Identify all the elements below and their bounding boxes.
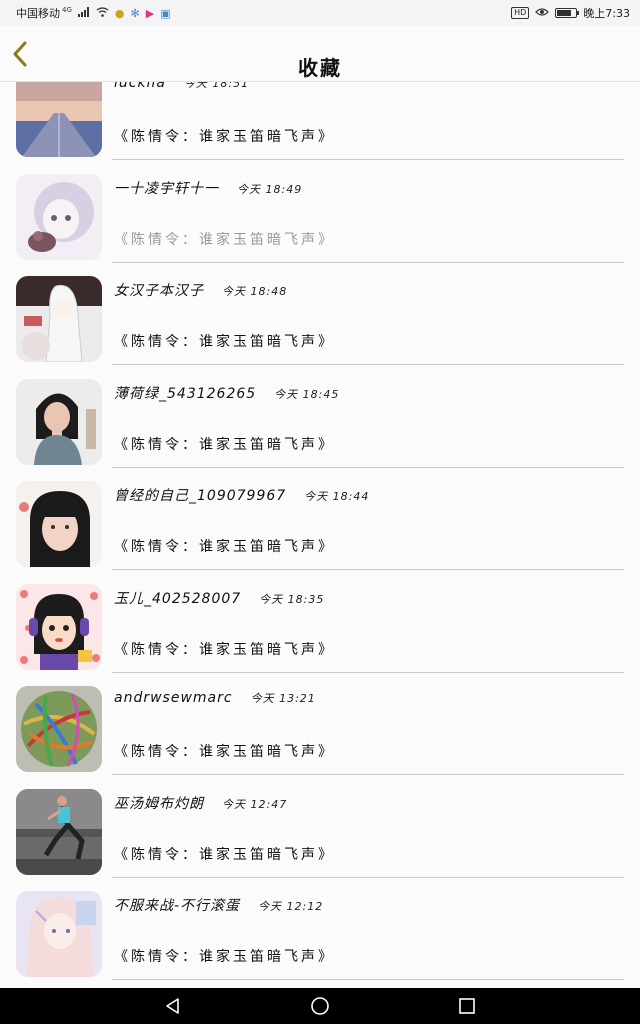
username[interactable]: 曾经的自己_109079967 xyxy=(114,485,286,505)
song-title[interactable]: 《陈情令：谁家玉笛暗飞声》 xyxy=(114,229,335,249)
item-meta: 不服来战-不行滚蛋 今天 12:12 xyxy=(114,895,323,915)
timestamp: 今天 18:44 xyxy=(304,490,370,503)
notification-app-icon: ▣ xyxy=(160,6,171,20)
network-type: 4G xyxy=(62,6,72,14)
timestamp: 今天 12:47 xyxy=(222,797,288,811)
nav-home-button[interactable] xyxy=(309,995,331,1017)
favorite-item[interactable]: 女汉子本汉子 今天 18:48 《陈情令：谁家玉笛暗飞声》 xyxy=(0,261,640,365)
song-title[interactable]: 《陈情令：谁家玉笛暗飞声》 xyxy=(114,434,335,454)
signal-icon xyxy=(77,6,90,20)
song-title[interactable]: 《陈情令：谁家玉笛暗飞声》 xyxy=(114,126,335,146)
carrier-name: 中国移动 xyxy=(16,7,60,20)
timestamp: 今天 18:48 xyxy=(222,285,288,298)
timestamp: 今天 12:12 xyxy=(258,900,324,913)
girl-photo-avatar xyxy=(16,378,102,465)
username[interactable]: andrwsewmarc xyxy=(114,690,233,706)
nav-recents-button[interactable] xyxy=(456,995,478,1017)
page-title: 收藏 xyxy=(298,56,342,80)
song-title[interactable]: 《陈情令：谁家玉笛暗飞声》 xyxy=(114,536,335,556)
avatar[interactable] xyxy=(16,583,102,670)
avatar[interactable] xyxy=(16,276,102,362)
favorites-list[interactable]: luckila 今天 18:51 《陈情令：谁家玉笛暗飞声》 一十凌宇轩十一 今天 18… xyxy=(0,82,640,988)
favorite-item[interactable]: 曾经的自己_109079967 今天 18:44 《陈情令：谁家玉笛暗飞声》 xyxy=(0,466,640,570)
song-title[interactable]: 《陈情令：谁家玉笛暗飞声》 xyxy=(114,331,335,351)
eye-icon xyxy=(535,7,550,20)
anime-pastel-avatar xyxy=(16,891,102,977)
song-title[interactable]: 《陈情令：谁家玉笛暗飞声》 xyxy=(114,946,335,966)
system-nav-bar xyxy=(0,988,640,1024)
notification-app-icon: ▶ xyxy=(145,6,155,20)
item-meta: luckila 今天 18:51 xyxy=(114,82,249,91)
anime-white-hair-avatar xyxy=(16,276,102,362)
username[interactable]: 女汉子本汉子 xyxy=(114,280,204,300)
avatar[interactable] xyxy=(16,891,102,977)
username[interactable]: 玉儿_402528007 xyxy=(114,588,241,608)
favorite-item[interactable]: 玉儿_402528007 今天 18:35 《陈情令：谁家玉笛暗飞声》 xyxy=(0,569,640,673)
item-meta: 女汉子本汉子 今天 18:48 xyxy=(114,280,287,300)
clock: 晚上7:33 xyxy=(583,7,630,20)
circle-home-icon xyxy=(311,997,329,1015)
rubber-band-ball-avatar xyxy=(16,686,102,772)
username[interactable]: 不服来战-不行滚蛋 xyxy=(114,895,240,915)
divider xyxy=(112,979,624,980)
battery-fill xyxy=(557,10,572,16)
favorite-item[interactable]: andrwsewmarc 今天 13:21 《陈情令：谁家玉笛暗飞声》 xyxy=(0,671,640,775)
timestamp: 今天 18:35 xyxy=(259,592,325,606)
username[interactable]: 薄荷绿_543126265 xyxy=(114,383,256,403)
timestamp: 今天 18:49 xyxy=(237,182,303,196)
favorite-item[interactable]: 不服来战-不行滚蛋 今天 12:12 《陈情令：谁家玉笛暗飞声》 xyxy=(0,876,640,980)
status-bar: 中国移动 4G ● ✻ ▶ ▣ HD 晚上7:33 xyxy=(0,0,640,26)
item-meta: 曾经的自己_109079967 今天 18:44 xyxy=(114,485,369,505)
timestamp: 今天 18:51 xyxy=(183,82,250,90)
nav-back-button[interactable] xyxy=(162,995,184,1017)
wifi-icon xyxy=(96,6,109,20)
cartoon-girl-headphones-avatar xyxy=(16,583,102,670)
favorites-list-inner: luckila 今天 18:51 《陈情令：谁家玉笛暗飞声》 一十凌宇轩十一 今天 18… xyxy=(0,82,640,980)
timestamp: 今天 18:45 xyxy=(274,387,340,401)
favorite-item[interactable]: 一十凌宇轩十一 今天 18:49 《陈情令：谁家玉笛暗飞声》 xyxy=(0,159,640,263)
item-meta: 一十凌宇轩十一 今天 18:49 xyxy=(114,178,302,198)
notification-app-icon: ● xyxy=(114,6,125,20)
runner-avatar xyxy=(16,788,102,875)
avatar[interactable] xyxy=(16,788,102,875)
item-meta: 玉儿_402528007 今天 18:35 xyxy=(114,588,324,608)
favorite-item[interactable]: luckila 今天 18:51 《陈情令：谁家玉笛暗飞声》 xyxy=(0,82,640,160)
favorite-item[interactable]: 薄荷绿_543126265 今天 18:45 《陈情令：谁家玉笛暗飞声》 xyxy=(0,364,640,468)
girl-selfie-avatar xyxy=(16,481,102,567)
song-title[interactable]: 《陈情令：谁家玉笛暗飞声》 xyxy=(114,639,335,659)
avatar[interactable] xyxy=(16,481,102,567)
header: 收藏 xyxy=(0,26,640,82)
notification-app-icon: ✻ xyxy=(130,6,140,20)
status-right: HD 晚上7:33 xyxy=(511,5,630,21)
item-meta: 巫汤姆布灼朗 今天 12:47 xyxy=(114,793,287,813)
triangle-back-icon xyxy=(166,998,179,1014)
username[interactable]: 一十凌宇轩十一 xyxy=(114,178,219,198)
battery-icon xyxy=(555,8,580,18)
item-meta: 薄荷绿_543126265 今天 18:45 xyxy=(114,383,339,403)
item-meta: andrwsewmarc 今天 13:21 xyxy=(114,690,316,706)
favorite-item[interactable]: 巫汤姆布灼朗 今天 12:47 《陈情令：谁家玉笛暗飞声》 xyxy=(0,774,640,878)
square-recents-icon xyxy=(459,998,475,1014)
status-left: 中国移动 4G ● ✻ ▶ ▣ xyxy=(16,5,171,21)
avatar[interactable] xyxy=(16,378,102,465)
song-title[interactable]: 《陈情令：谁家玉笛暗飞声》 xyxy=(114,844,335,864)
song-title[interactable]: 《陈情令：谁家玉笛暗飞声》 xyxy=(114,741,335,761)
anime-girl-avatar xyxy=(16,173,102,260)
avatar[interactable] xyxy=(16,686,102,772)
username[interactable]: luckila xyxy=(114,82,166,91)
avatar[interactable] xyxy=(16,82,102,157)
avatar[interactable] xyxy=(16,173,102,260)
username[interactable]: 巫汤姆布灼朗 xyxy=(114,793,204,813)
pier-sunset-avatar xyxy=(16,82,102,157)
hd-badge: HD xyxy=(511,7,530,19)
timestamp: 今天 13:21 xyxy=(250,692,316,705)
